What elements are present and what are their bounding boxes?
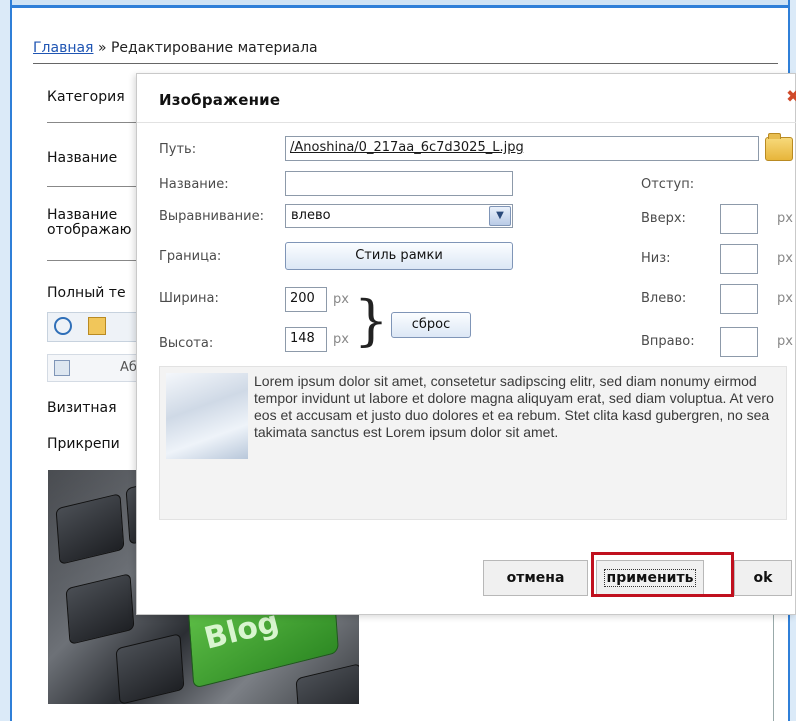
name-label: Название: (159, 177, 229, 192)
path-value: /Anoshina/0_217aa_6c7d3025_L.jpg (290, 140, 524, 155)
editor-content-line2: Прикрепи (47, 436, 120, 452)
window-top-border (0, 0, 796, 8)
cancel-button[interactable]: отмена (483, 560, 588, 596)
full-text-label: Полный те (47, 285, 126, 301)
name-display-label-line1: Название (47, 207, 118, 223)
margin-right-unit: px (777, 334, 793, 349)
dialog-title-divider (137, 122, 796, 123)
margin-bottom-input[interactable] (720, 244, 758, 274)
category-label: Категория (47, 89, 125, 105)
margin-top-unit: px (777, 211, 793, 226)
image-preview: Lorem ipsum dolor sit amet, consetetur s… (159, 366, 787, 520)
keyboard-key (115, 633, 185, 704)
window-left-border (0, 0, 12, 721)
path-input[interactable]: /Anoshina/0_217aa_6c7d3025_L.jpg (285, 136, 759, 161)
margin-right-input[interactable] (720, 327, 758, 357)
zoom-icon[interactable] (54, 317, 72, 335)
editor-content-line1: Визитная (47, 400, 117, 416)
apply-highlight-frame (591, 552, 734, 597)
reset-size-button[interactable]: сброс (391, 312, 471, 338)
margin-right-label: Вправо: (641, 334, 695, 349)
chevron-down-icon[interactable]: ▼ (489, 206, 511, 226)
folder-icon[interactable] (765, 133, 793, 161)
font-style-text: Аб (120, 360, 137, 375)
form-divider (47, 122, 147, 123)
margin-top-input[interactable] (720, 204, 758, 234)
ok-button[interactable]: ok (734, 560, 792, 596)
paste-icon[interactable] (88, 317, 106, 335)
width-label: Ширина: (159, 291, 219, 306)
margin-left-input[interactable] (720, 284, 758, 314)
height-input[interactable]: 148 (285, 327, 327, 352)
align-label: Выравнивание: (159, 209, 264, 224)
margin-title: Отступ: (641, 177, 695, 192)
height-label: Высота: (159, 336, 214, 351)
margin-top-label: Вверх: (641, 211, 686, 226)
name-display-label-line2: отображаю (47, 222, 132, 238)
margin-bottom-label: Низ: (641, 251, 671, 266)
form-divider (47, 260, 147, 261)
keyboard-key (55, 493, 125, 565)
close-icon[interactable]: ✖ (786, 87, 796, 107)
border-label: Граница: (159, 249, 222, 264)
preview-image (166, 373, 248, 459)
margin-bottom-unit: px (777, 251, 793, 266)
breadcrumb: Главная » Редактирование материала (33, 40, 318, 56)
keyboard-key (65, 573, 135, 645)
width-input[interactable]: 200 (285, 287, 327, 312)
margin-left-label: Влево: (641, 291, 687, 306)
edit-icon[interactable] (54, 360, 70, 376)
breadcrumb-current: Редактирование материала (110, 40, 318, 56)
align-select[interactable]: влево ▼ (285, 204, 513, 228)
name-label: Название (47, 150, 118, 166)
name-display-label: Название отображаю (47, 208, 131, 238)
image-dialog: Изображение ✖ Путь: /Anoshina/0_217aa_6c… (136, 73, 796, 615)
breadcrumb-home-link[interactable]: Главная (33, 40, 93, 56)
size-brace: } (354, 289, 389, 352)
width-unit: px (333, 292, 349, 307)
form-divider (47, 186, 147, 187)
preview-text: Lorem ipsum dolor sit amet, consetetur s… (254, 373, 774, 440)
preview-content: Lorem ipsum dolor sit amet, consetetur s… (160, 367, 786, 519)
breadcrumb-divider (33, 63, 778, 64)
frame-style-button[interactable]: Стиль рамки (285, 242, 513, 270)
align-value: влево (291, 208, 331, 223)
margin-left-unit: px (777, 291, 793, 306)
path-label: Путь: (159, 142, 197, 157)
height-unit: px (333, 332, 349, 347)
dialog-title: Изображение (159, 91, 281, 109)
name-input[interactable] (285, 171, 513, 196)
breadcrumb-separator: » (97, 40, 107, 56)
keyboard-key (295, 663, 359, 704)
